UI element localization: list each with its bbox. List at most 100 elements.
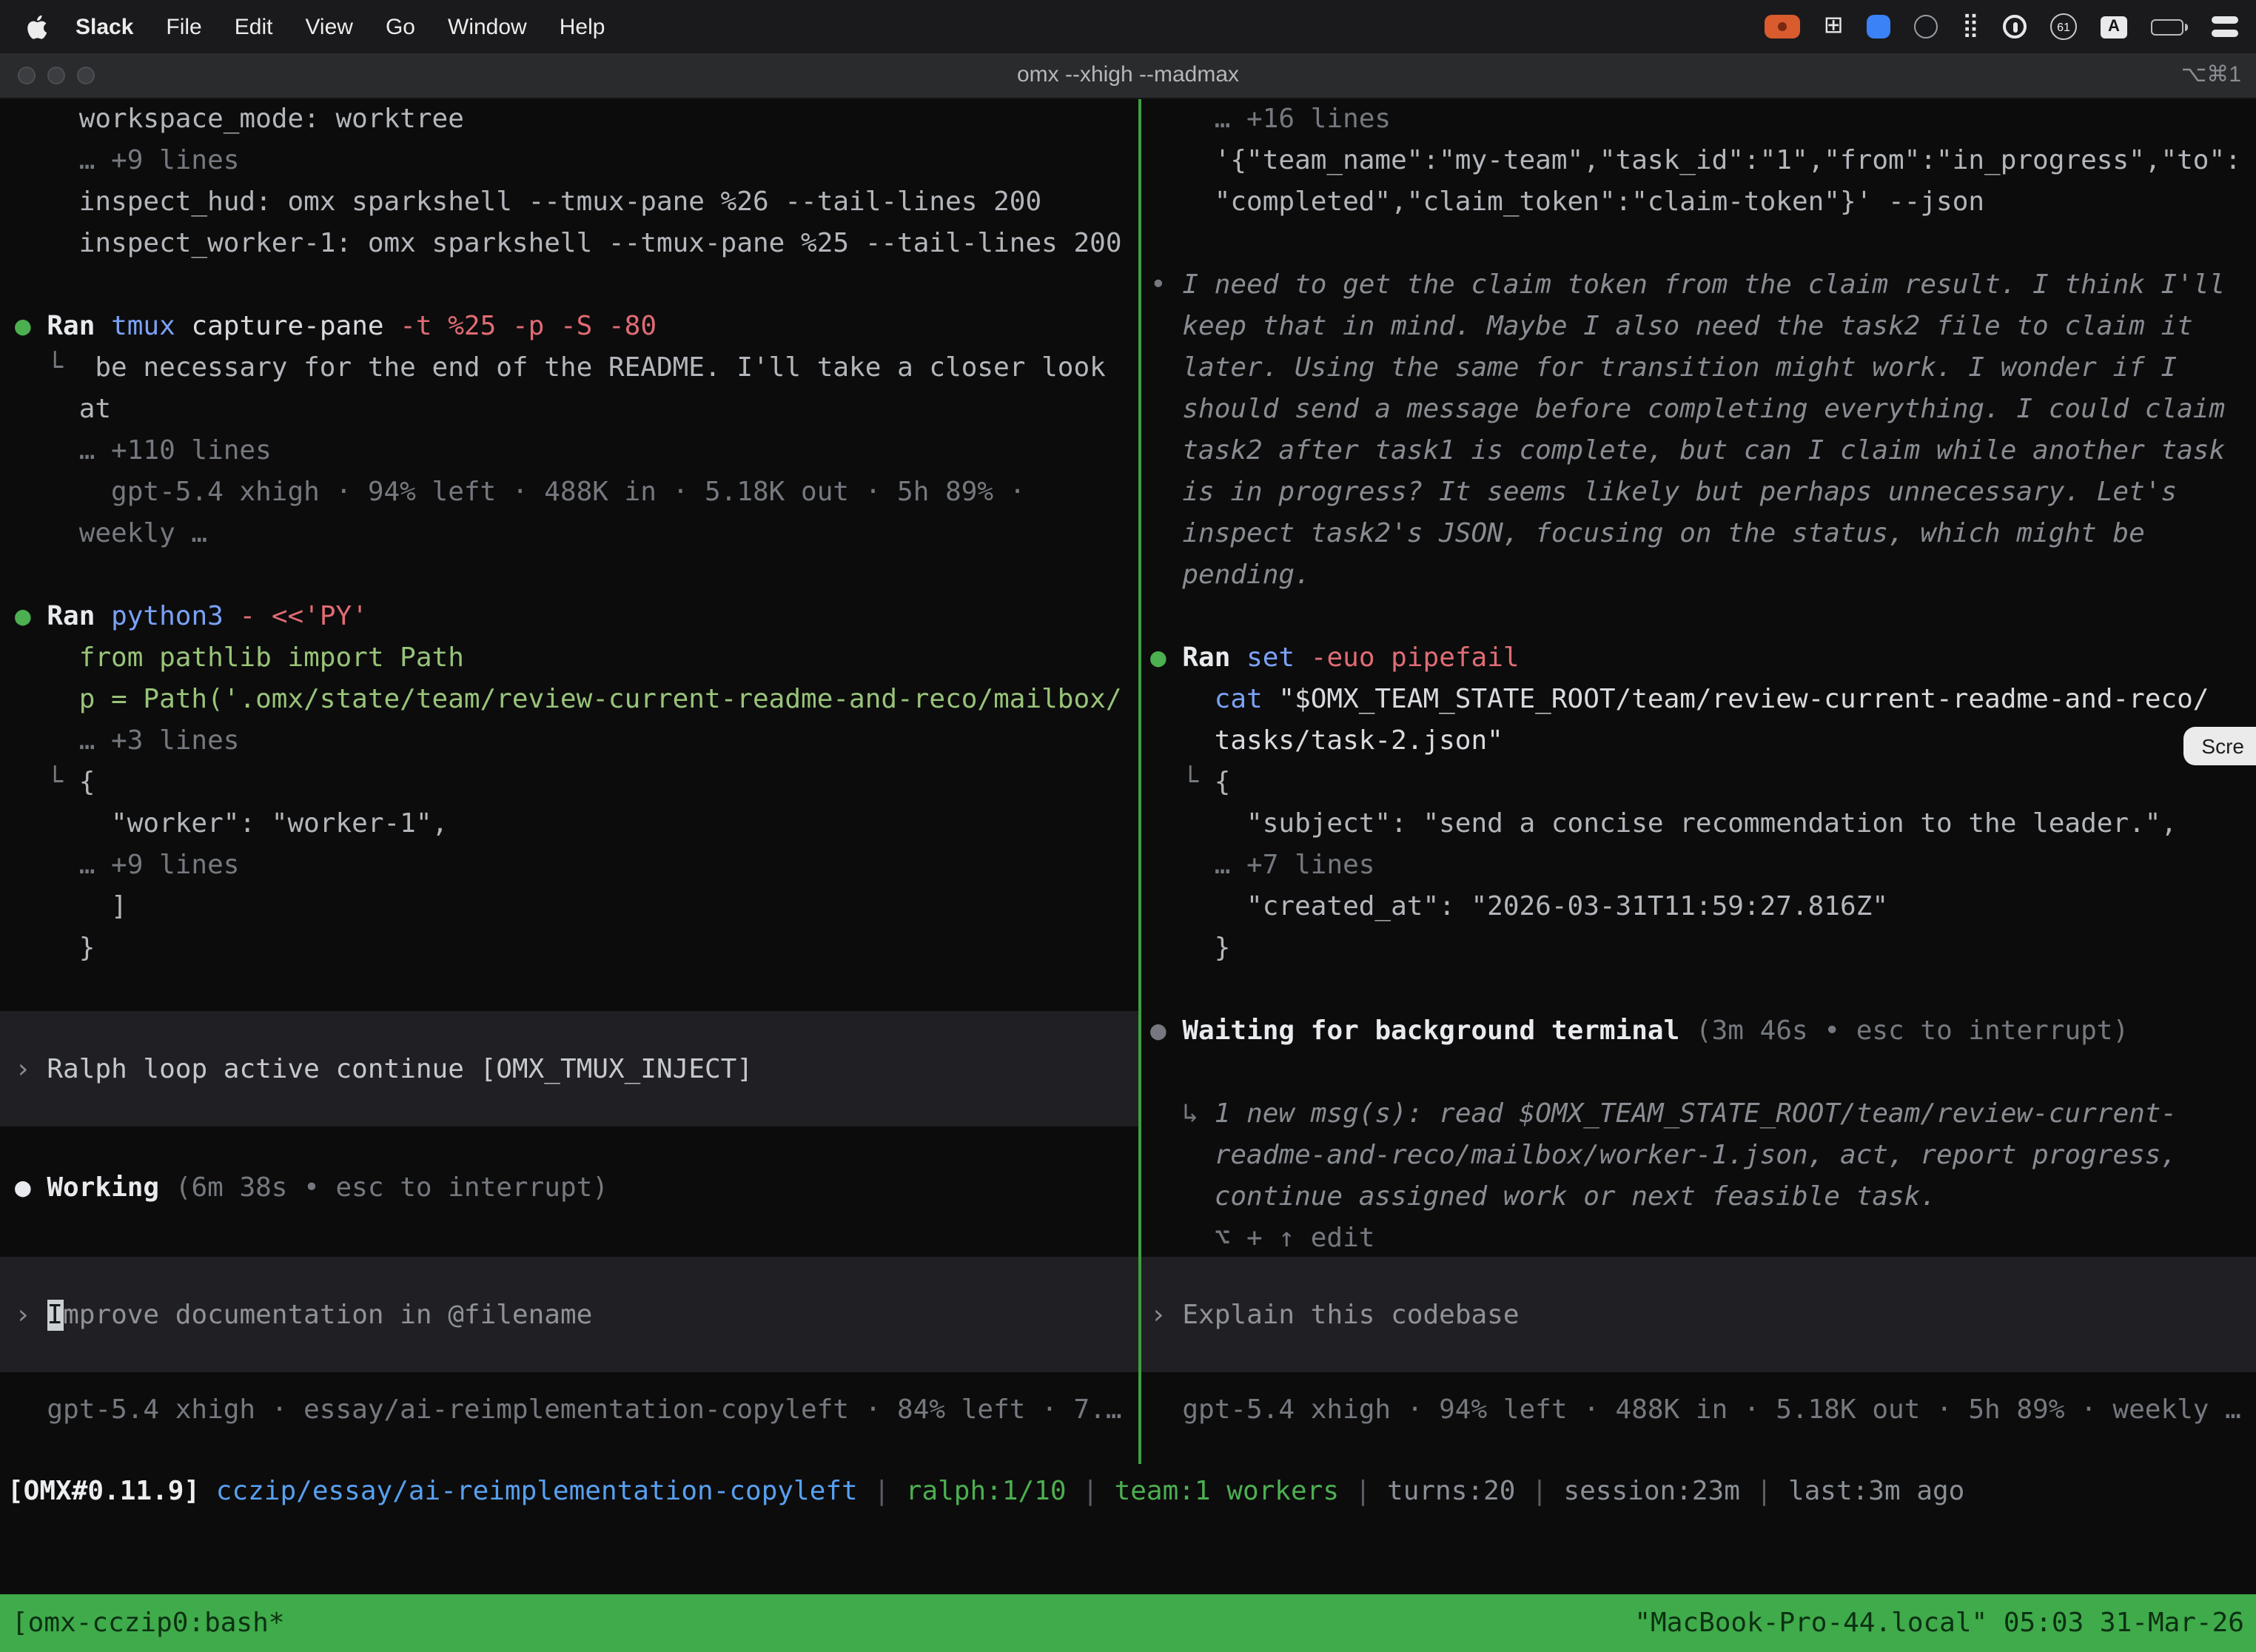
tmux-pane-left[interactable]: workspace_mode: worktree … +9 lines insp… bbox=[0, 99, 1140, 1446]
text-segment: ● bbox=[15, 311, 47, 342]
window-titlebar[interactable]: omx --xhigh --madmax ⌥⌘1 bbox=[0, 53, 2256, 99]
terminal-line: ↳ 1 new msg(s): read $OMX_TEAM_STATE_ROO… bbox=[1150, 1094, 2256, 1135]
text-segment: ● bbox=[15, 601, 47, 632]
text-segment: … +110 lines bbox=[15, 435, 272, 466]
tmux-pane-right[interactable]: … +16 lines '{"team_name":"my-team","tas… bbox=[1141, 99, 2256, 1446]
text-segment: task2 after task1 is complete, but can I… bbox=[1150, 435, 2225, 466]
text-segment: at bbox=[15, 394, 111, 425]
terminal-line: } bbox=[1150, 928, 2256, 970]
screen-recording-indicator[interactable] bbox=[1765, 15, 1800, 38]
text-segment: … +3 lines bbox=[15, 725, 239, 756]
terminal-line: ● Ran tmux capture-pane -t %25 -p -S -80 bbox=[15, 306, 1140, 348]
terminal-line: … +16 lines bbox=[1150, 99, 2256, 141]
text-segment: keep that in mind. Maybe I also need the… bbox=[1150, 311, 2193, 342]
gauge-icon[interactable]: 61 bbox=[2050, 13, 2077, 40]
text-segment: from pathlib import Path bbox=[15, 642, 464, 674]
raycast-icon[interactable] bbox=[1867, 15, 1891, 38]
app-grid-icon[interactable]: ⣿ bbox=[1962, 15, 1979, 38]
terminal-line: p = Path('.omx/state/team/review-current… bbox=[15, 679, 1140, 721]
text-segment: capture-pane bbox=[175, 311, 384, 342]
text-segment: team:1 workers bbox=[1115, 1476, 1339, 1507]
menu-item-window[interactable]: Window bbox=[432, 14, 543, 39]
onepassword-icon[interactable] bbox=[2003, 15, 2027, 38]
text-segment: tasks/task-2.json" bbox=[1150, 725, 1503, 756]
terminal-line: is in progress? It seems likely but perh… bbox=[1150, 472, 2256, 514]
input-source-icon[interactable]: A bbox=[2101, 16, 2127, 38]
text-segment: … +16 lines bbox=[1150, 104, 1391, 135]
text-segment: (3m 46s • esc to interrupt) bbox=[1679, 1015, 2129, 1047]
text-segment: "completed","claim_token":"claim-token"}… bbox=[1150, 187, 1984, 218]
text-segment: › bbox=[15, 1299, 47, 1330]
menu-item-file[interactable]: File bbox=[150, 14, 218, 39]
text-segment: readme-and-reco/mailbox/worker-1.json, a… bbox=[1150, 1140, 2177, 1171]
text-segment: "$OMX_TEAM_STATE_ROOT/team/review-curren… bbox=[1263, 684, 2209, 715]
text-segment: continue assigned work or next feasible … bbox=[1150, 1181, 1936, 1212]
blank-line bbox=[1150, 970, 2256, 1011]
control-center-icon[interactable] bbox=[2212, 16, 2238, 37]
text-segment: workspace_mode: worktree bbox=[15, 104, 464, 135]
menu-bar-left: Slack File Edit View Go Window Help bbox=[18, 14, 621, 39]
text-segment: I need to get the claim token from the c… bbox=[1182, 269, 2225, 300]
traffic-lights bbox=[18, 67, 107, 84]
text-segment: › bbox=[15, 1053, 47, 1084]
terminal-line: ● Ran set -euo pipefail bbox=[1150, 638, 2256, 679]
text-segment: Explain this codebase bbox=[1182, 1299, 1519, 1330]
zoom-button[interactable] bbox=[77, 67, 95, 84]
text-segment: Ralph loop active continue [OMX_TMUX_INJ… bbox=[47, 1053, 753, 1084]
text-segment: ↳ bbox=[1150, 1098, 1215, 1129]
window-tiling-icon[interactable]: ⊞ bbox=[1824, 15, 1844, 38]
close-button[interactable] bbox=[18, 67, 36, 84]
screen-share-tooltip: Scre bbox=[2183, 727, 2256, 765]
text-segment: … +9 lines bbox=[15, 145, 239, 176]
battery-icon[interactable] bbox=[2151, 19, 2188, 35]
text-segment: ralph:1/10 bbox=[906, 1476, 1067, 1507]
text-segment: ● bbox=[1150, 642, 1182, 674]
terminal-line: tasks/task-2.json" bbox=[1150, 721, 2256, 762]
terminal-line: workspace_mode: worktree bbox=[15, 99, 1140, 141]
text-segment: | bbox=[1339, 1476, 1387, 1507]
terminal-line: should send a message before completing … bbox=[1150, 389, 2256, 431]
text-segment: cczip/essay/ai-reimplementation-copyleft bbox=[216, 1476, 858, 1507]
battery-tip bbox=[2185, 23, 2188, 30]
menu-app-name[interactable]: Slack bbox=[59, 14, 150, 39]
text-segment: python3 bbox=[95, 601, 223, 632]
text-segment: [OMX#0.11.9] bbox=[7, 1476, 200, 1507]
menu-item-help[interactable]: Help bbox=[543, 14, 622, 39]
text-segment: | bbox=[1515, 1476, 1563, 1507]
text-segment: gpt-5.4 xhigh · 94% left · 488K in · 5.1… bbox=[15, 477, 1025, 508]
text-segment: "worker": "worker-1", bbox=[15, 808, 448, 839]
text-segment: be necessary for the end of the README. … bbox=[95, 352, 1105, 383]
blank-line bbox=[1150, 224, 2256, 265]
ghostty-icon[interactable] bbox=[1915, 15, 1938, 38]
text-segment bbox=[200, 1476, 216, 1507]
text-segment: | bbox=[1740, 1476, 1788, 1507]
menu-item-go[interactable]: Go bbox=[369, 14, 432, 39]
menu-item-view[interactable]: View bbox=[289, 14, 369, 39]
ralph-inject-band[interactable]: › Ralph loop active continue [OMX_TMUX_I… bbox=[0, 1011, 1140, 1126]
menu-item-edit[interactable]: Edit bbox=[218, 14, 289, 39]
text-segment: } bbox=[15, 933, 95, 964]
tmux-status-bar: [omx-cczip0:bash* "MacBook-Pro-44.local"… bbox=[0, 1594, 2256, 1652]
prompt-input-band[interactable]: › Improve documentation in @filename bbox=[0, 1257, 1140, 1372]
text-segment: p = Path('.omx/state/team/review-current… bbox=[15, 684, 1122, 715]
apple-icon[interactable] bbox=[27, 14, 47, 39]
text-segment: inspect_worker-1: omx sparkshell --tmux-… bbox=[15, 228, 1122, 259]
terminal-line: from pathlib import Path bbox=[15, 638, 1140, 679]
text-segment: } bbox=[1150, 933, 1230, 964]
text-segment: { bbox=[79, 767, 95, 798]
prompt-input-band[interactable]: › Explain this codebase bbox=[1141, 1257, 2256, 1372]
terminal-line: "worker": "worker-1", bbox=[15, 804, 1140, 845]
text-segment: › bbox=[1150, 1299, 1182, 1330]
minimize-button[interactable] bbox=[47, 67, 65, 84]
tmux-session-window[interactable]: [omx-cczip0:bash* bbox=[12, 1608, 284, 1639]
text-segment: last:3m ago bbox=[1788, 1476, 1964, 1507]
text-segment: | bbox=[1067, 1476, 1115, 1507]
text-segment: "created_at": "2026-03-31T11:59:27.816Z" bbox=[1150, 891, 1888, 922]
text-segment: inspect task2's JSON, focusing on the st… bbox=[1150, 518, 2145, 549]
text-segment: … +9 lines bbox=[15, 850, 239, 881]
pane-status-line: gpt-5.4 xhigh · 94% left · 488K in · 5.1… bbox=[1141, 1390, 2256, 1431]
terminal-line: "subject": "send a concise recommendatio… bbox=[1150, 804, 2256, 845]
terminal-line: … +110 lines bbox=[15, 431, 1140, 472]
text-segment: '{"team_name":"my-team","task_id":"1","f… bbox=[1150, 145, 2241, 176]
terminal-line: at bbox=[15, 389, 1140, 431]
